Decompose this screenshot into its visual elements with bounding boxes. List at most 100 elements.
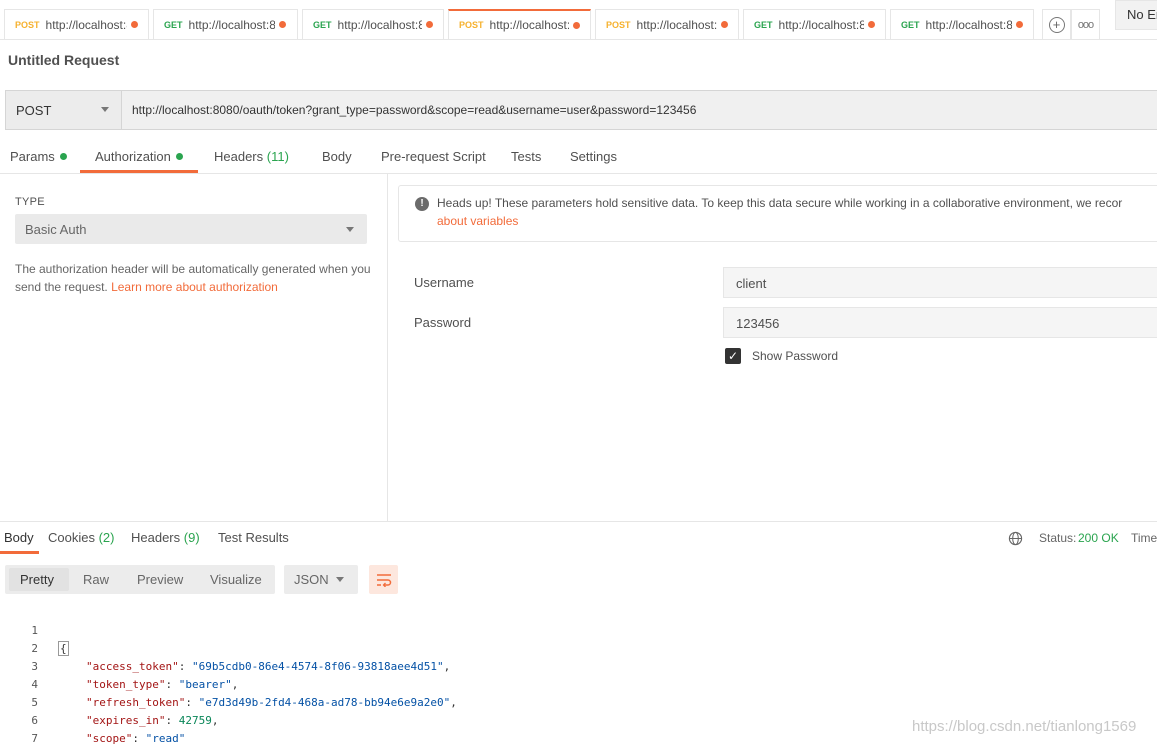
plus-icon: + (1048, 16, 1065, 33)
json-key: "refresh_token" (86, 696, 186, 709)
info-icon: ! (415, 197, 429, 211)
tab-headers[interactable]: Headers (11) (214, 140, 289, 173)
auth-type-select[interactable]: Basic Auth (15, 214, 367, 244)
ellipsis-icon: ooo (1077, 18, 1094, 31)
chevron-down-icon (101, 107, 109, 112)
code-line: 3 "token_type": "bearer", (0, 640, 238, 691)
json-key: "expires_in" (86, 714, 166, 727)
format-switcher: Pretty Raw Preview Visualize (5, 565, 275, 594)
chevron-down-icon (336, 577, 344, 582)
tab-url: http://localhost:8080/ (188, 17, 275, 32)
tab-url: http://localhost:8080/oauth/token (636, 17, 717, 32)
request-tab[interactable]: GET http://localhost:8080/ (890, 9, 1034, 39)
tab-tests[interactable]: Tests (511, 140, 541, 173)
response-tab-test-results[interactable]: Test Results (218, 530, 289, 545)
method-value: POST (16, 102, 52, 118)
tab-label: Headers (214, 149, 264, 164)
show-password-checkbox[interactable]: ✓ (725, 348, 741, 364)
code-text: "access_token": "69b5cdb0-86e4-4574-8f06… (86, 660, 451, 673)
auth-description: The authorization header will be automat… (15, 260, 375, 296)
request-tab-strip: POST http://localhost:8080/oauth/token G… (0, 0, 1157, 40)
request-tab[interactable]: POST http://localhost:8080/oauth/token (4, 9, 149, 39)
request-tab[interactable]: GET http://localhost:8080/ (153, 9, 298, 39)
format-preview[interactable]: Preview (137, 572, 183, 587)
format-pretty[interactable]: Pretty (20, 572, 54, 587)
environment-select[interactable]: No En (1115, 0, 1157, 30)
method-badge: POST (15, 19, 40, 30)
tab-authorization[interactable]: Authorization (80, 140, 198, 173)
chevron-down-icon (346, 227, 354, 232)
type-label: TYPE (15, 196, 45, 208)
url-input[interactable]: http://localhost:8080/oauth/token?grant_… (122, 91, 1157, 129)
code-text: { (58, 641, 69, 656)
json-key: "access_token" (86, 660, 179, 673)
unsaved-dot-icon (721, 21, 728, 28)
show-password-label[interactable]: Show Password (752, 349, 838, 363)
tab-url: http://localhost:8080/oauth/token (489, 18, 569, 32)
response-tab-body[interactable]: Body (4, 530, 34, 545)
json-value: 42759 (178, 714, 212, 727)
unsaved-dot-icon (278, 21, 286, 28)
tab-url: http://localhost:8080/ (337, 17, 422, 32)
status-dot-icon (59, 153, 67, 160)
wrap-lines-button[interactable] (369, 565, 398, 594)
format-visualize[interactable]: Visualize (210, 572, 262, 587)
tab-settings[interactable]: Settings (570, 140, 617, 173)
method-badge: GET (164, 19, 183, 30)
password-field[interactable]: 123456 (723, 307, 1157, 338)
language-value: JSON (294, 572, 329, 587)
status-label: Status: (1039, 531, 1077, 545)
wrap-lines-icon (376, 573, 391, 587)
format-raw[interactable]: Raw (83, 572, 109, 587)
tab-label: Authorization (95, 149, 171, 164)
code-line: 6 "scope": "read" (0, 694, 185, 745)
variables-link[interactable]: about variables (437, 214, 518, 228)
tab-label: Params (10, 149, 55, 164)
method-badge: POST (459, 20, 484, 30)
request-tab[interactable]: GET http://localhost:8080/ (743, 9, 886, 39)
unsaved-dot-icon (868, 21, 875, 28)
request-tab[interactable]: POST http://localhost:8080/oauth/token (595, 9, 739, 39)
code-text: "expires_in": 42759, (86, 714, 219, 727)
code-text: "token_type": "bearer", (86, 678, 239, 691)
request-tab-active[interactable]: POST http://localhost:8080/oauth/token (448, 9, 591, 39)
tab-pre-request-script[interactable]: Pre-request Script (381, 140, 486, 173)
auth-type-value: Basic Auth (25, 222, 87, 237)
code-line: 1 { (0, 604, 69, 656)
tab-label: Headers (131, 530, 181, 545)
code-line: 4 "refresh_token": "e7d3d49b-2fd4-468a-a… (0, 658, 457, 709)
new-tab-button[interactable]: + (1042, 9, 1071, 39)
code-text: "scope": "read" (86, 732, 186, 745)
more-tabs-button[interactable]: ooo (1071, 9, 1100, 39)
request-tab[interactable]: GET http://localhost:8080/ (302, 9, 444, 39)
method-badge: GET (754, 19, 773, 30)
password-label: Password (414, 315, 472, 330)
sensitive-data-notice: ! Heads up! These parameters hold sensit… (398, 185, 1157, 242)
method-select[interactable]: POST (6, 91, 122, 129)
globe-icon[interactable] (1008, 531, 1023, 546)
auth-type-panel: TYPE Basic Auth The authorization header… (0, 174, 388, 521)
tab-url: http://localhost:8080/oauth/token (45, 17, 127, 32)
json-key: "token_type" (86, 678, 166, 691)
tab-label: Cookies (48, 530, 95, 545)
status-value[interactable]: 200 OK (1078, 531, 1119, 545)
unsaved-dot-icon (131, 21, 138, 28)
language-select[interactable]: JSON (284, 565, 358, 594)
tab-params[interactable]: Params (10, 140, 67, 173)
username-field[interactable]: client (723, 267, 1157, 298)
response-tab-cookies[interactable]: Cookies (2) (48, 530, 114, 545)
unsaved-dot-icon (573, 21, 580, 29)
method-badge: GET (313, 19, 332, 30)
response-tab-headers[interactable]: Headers (9) (131, 530, 200, 545)
json-key: "scope" (86, 732, 133, 745)
line-number: 7 (31, 732, 38, 745)
request-title[interactable]: Untitled Request (8, 52, 119, 68)
checkmark-icon: ✓ (727, 349, 739, 363)
cookies-count: (2) (98, 530, 115, 545)
username-label: Username (414, 275, 474, 290)
learn-more-link[interactable]: Learn more about authorization (111, 280, 278, 294)
tab-body[interactable]: Body (322, 140, 352, 173)
request-tabs: Params Authorization Headers (11) Body P… (0, 140, 620, 173)
json-value: "69b5cdb0-86e4-4574-8f06-93818aee4d51" (191, 660, 444, 673)
json-value: "bearer" (178, 678, 232, 691)
